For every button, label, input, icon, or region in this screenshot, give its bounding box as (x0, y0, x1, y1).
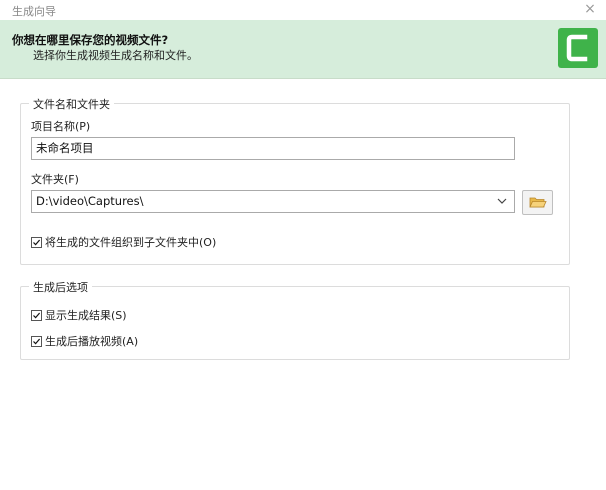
title-bar: 生成向导 × (0, 0, 606, 20)
post-produce-options-group: 生成后选项 显示生成结果(S) 生成后播放视频(A) (20, 279, 570, 360)
folder-value: D:\video\Captures\ (36, 194, 144, 208)
project-name-label: 项目名称(P) (31, 120, 91, 133)
close-icon: × (584, 1, 596, 17)
check-icon (33, 312, 41, 318)
play-video-box[interactable] (31, 335, 42, 347)
play-video-checkbox[interactable]: 生成后播放视频(A) (31, 333, 138, 349)
wizard-header-banner: 你想在哪里保存您的视频文件? 选择你生成视频生成名称和文件。 (0, 20, 606, 79)
project-name-input[interactable]: 未命名项目 (31, 137, 515, 160)
browse-folder-button[interactable] (522, 190, 553, 215)
window-title: 生成向导 (12, 5, 56, 18)
folder-combobox[interactable]: D:\video\Captures\ (31, 190, 515, 213)
show-results-box[interactable] (31, 309, 42, 321)
chevron-down-icon[interactable] (496, 194, 508, 208)
show-results-label: 显示生成结果(S) (45, 309, 127, 322)
organize-subfolders-box[interactable] (31, 236, 42, 248)
camtasia-logo-icon (558, 28, 598, 68)
wizard-heading: 你想在哪里保存您的视频文件? (12, 33, 169, 47)
close-button[interactable]: × (582, 1, 598, 17)
folder-icon (529, 197, 547, 208)
play-video-label: 生成后播放视频(A) (45, 335, 139, 348)
check-icon (33, 338, 41, 344)
show-results-checkbox[interactable]: 显示生成结果(S) (31, 307, 127, 323)
file-folder-group: 文件名和文件夹 项目名称(P) 未命名项目 文件夹(F) D:\video\Ca… (20, 96, 570, 265)
check-icon (33, 239, 41, 245)
organize-subfolders-checkbox[interactable]: 将生成的文件组织到子文件夹中(O) (31, 234, 216, 250)
folder-label: 文件夹(F) (31, 173, 79, 186)
organize-subfolders-label: 将生成的文件组织到子文件夹中(O) (45, 236, 217, 249)
post-produce-options-legend: 生成后选项 (29, 279, 92, 295)
file-folder-group-legend: 文件名和文件夹 (29, 96, 114, 112)
wizard-subheading: 选择你生成视频生成名称和文件。 (33, 49, 198, 62)
